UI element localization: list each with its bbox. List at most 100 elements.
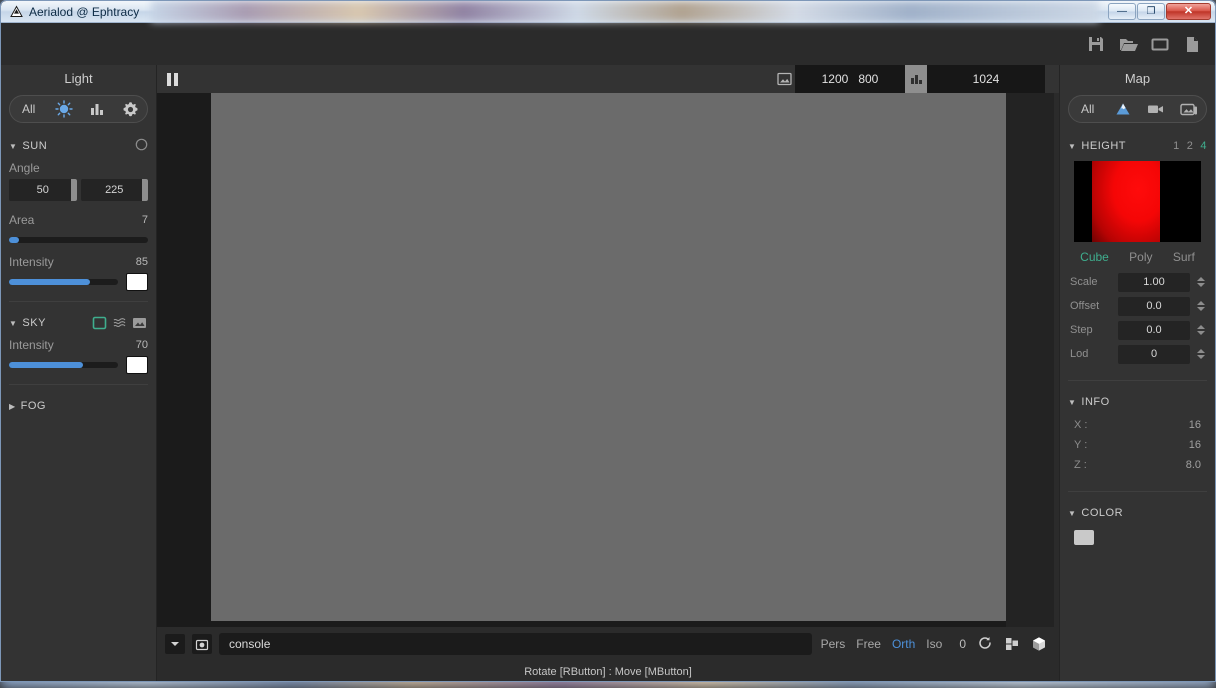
bottom-bar: Pers Free Orth Iso 0 bbox=[157, 627, 1059, 661]
light-tabbar: All bbox=[9, 95, 148, 123]
angle-value[interactable]: 0 bbox=[957, 637, 968, 651]
light-panel-title: Light bbox=[1, 65, 156, 93]
light-tab-all[interactable]: All bbox=[14, 98, 44, 120]
rotate-icon[interactable] bbox=[975, 634, 995, 654]
height-mode-poly[interactable]: Poly bbox=[1129, 250, 1152, 264]
lod-label: Lod bbox=[1070, 348, 1089, 360]
sun-intensity-slider-fill bbox=[9, 279, 90, 285]
image-icon[interactable] bbox=[131, 315, 148, 331]
map-tab-all[interactable]: All bbox=[1073, 98, 1103, 120]
height-level-2[interactable]: 2 bbox=[1187, 140, 1194, 152]
gear-icon[interactable] bbox=[117, 98, 143, 120]
height-mode-surf[interactable]: Surf bbox=[1173, 250, 1195, 264]
step-stepper[interactable] bbox=[1196, 325, 1205, 335]
area-label: Area bbox=[9, 213, 35, 227]
close-icon: ✕ bbox=[1183, 5, 1194, 17]
console-input[interactable] bbox=[219, 633, 812, 655]
info-section-header[interactable]: ▼ INFO bbox=[1060, 391, 1215, 413]
cube-icon[interactable] bbox=[1029, 634, 1049, 654]
sky-section-header[interactable]: ▼ SKY bbox=[1, 312, 156, 334]
sun-intensity-controls bbox=[1, 273, 156, 291]
angle-inputs: 50 225 bbox=[1, 179, 156, 201]
lod-input[interactable]: 0 bbox=[1118, 344, 1190, 364]
height-section-title: HEIGHT bbox=[1081, 140, 1126, 152]
sun-section-header[interactable]: ▼ SUN bbox=[1, 135, 156, 157]
sun-section-title: SUN bbox=[22, 140, 48, 152]
close-button[interactable]: ✕ bbox=[1166, 3, 1211, 20]
sky-intensity-label: Intensity bbox=[9, 338, 54, 352]
grid-layout-icon[interactable] bbox=[1002, 634, 1022, 654]
scale-input[interactable]: 1.00 bbox=[1118, 272, 1190, 292]
application-window: Aerialod @ Ephtracy — ❐ ✕ Light All ▼ SU… bbox=[0, 0, 1216, 682]
height-level-1[interactable]: 1 bbox=[1173, 140, 1180, 152]
bar-chart-icon[interactable] bbox=[905, 65, 927, 93]
pause-icon[interactable] bbox=[167, 72, 178, 86]
step-row: Step 0.0 bbox=[1060, 318, 1215, 342]
offset-stepper[interactable] bbox=[1196, 301, 1205, 311]
angle-label: Angle bbox=[9, 161, 40, 175]
resolution-field[interactable]: 1200 800 bbox=[795, 65, 905, 93]
gradient-icon[interactable] bbox=[111, 315, 128, 331]
angle-b-input[interactable]: 225 bbox=[80, 179, 148, 201]
chevron-down-icon[interactable] bbox=[165, 634, 185, 654]
mountain-icon[interactable] bbox=[1110, 98, 1136, 120]
render-canvas[interactable] bbox=[211, 93, 1007, 621]
sun-color-swatch[interactable] bbox=[126, 273, 148, 291]
samples-field[interactable]: 1024 bbox=[927, 65, 1045, 93]
sky-intensity-row: Intensity 70 bbox=[1, 334, 156, 356]
angle-a-input[interactable]: 50 bbox=[9, 179, 77, 201]
resolution-height: 800 bbox=[858, 72, 879, 86]
info-section-title: INFO bbox=[1081, 396, 1110, 408]
camera-icon[interactable] bbox=[192, 634, 212, 654]
lod-stepper[interactable] bbox=[1196, 349, 1205, 359]
divider bbox=[9, 384, 148, 385]
save-icon[interactable] bbox=[1087, 35, 1105, 53]
bar-chart-icon[interactable] bbox=[84, 98, 110, 120]
video-camera-icon[interactable] bbox=[1143, 98, 1169, 120]
window-controls: — ❐ ✕ bbox=[1108, 3, 1211, 20]
open-folder-icon[interactable] bbox=[1119, 35, 1138, 53]
info-row-y: Y : 16 bbox=[1060, 439, 1215, 459]
sky-section-title: SKY bbox=[22, 317, 46, 329]
projection-orth[interactable]: Orth bbox=[890, 637, 917, 651]
fog-section-header[interactable]: ▶ FOG bbox=[1, 395, 156, 417]
map-panel: Map All ▼ HEIGHT 1 2 4 Cube Poly Surf Sc… bbox=[1059, 65, 1215, 681]
circle-icon[interactable] bbox=[135, 138, 148, 154]
folder-icon[interactable] bbox=[1151, 35, 1169, 53]
info-row-x: X : 16 bbox=[1060, 419, 1215, 439]
light-panel: Light All ▼ SUN Angle 50 225 Area 7 Inte… bbox=[1, 65, 157, 681]
image-icon[interactable] bbox=[773, 65, 795, 93]
heightmap-preview[interactable] bbox=[1074, 161, 1201, 242]
sun-icon[interactable] bbox=[51, 98, 77, 120]
step-label: Step bbox=[1070, 324, 1093, 336]
area-slider[interactable] bbox=[9, 237, 148, 243]
sky-intensity-slider[interactable] bbox=[9, 362, 118, 368]
viewport-column: 1200 800 1024 console Pers Free Orth Iso… bbox=[157, 65, 1059, 681]
scale-stepper[interactable] bbox=[1196, 277, 1205, 287]
height-mode-cube[interactable]: Cube bbox=[1080, 250, 1109, 264]
picture-icon[interactable] bbox=[1176, 98, 1202, 120]
viewport-body[interactable] bbox=[157, 93, 1059, 627]
sky-intensity-value: 70 bbox=[135, 339, 148, 351]
color-section-header[interactable]: ▼ COLOR bbox=[1060, 502, 1215, 524]
sun-intensity-slider[interactable] bbox=[9, 279, 118, 285]
viewport-header: 1200 800 1024 bbox=[157, 65, 1059, 93]
solid-color-icon[interactable] bbox=[91, 315, 108, 331]
minimize-button[interactable]: — bbox=[1108, 3, 1136, 20]
projection-free[interactable]: Free bbox=[854, 637, 883, 651]
height-section-header[interactable]: ▼ HEIGHT 1 2 4 bbox=[1060, 135, 1215, 157]
maximize-icon: ❐ bbox=[1146, 5, 1156, 17]
step-input[interactable]: 0.0 bbox=[1118, 320, 1190, 340]
sky-color-swatch[interactable] bbox=[126, 356, 148, 374]
projection-pers[interactable]: Pers bbox=[819, 637, 848, 651]
new-file-icon[interactable] bbox=[1183, 35, 1201, 53]
color-swatch[interactable] bbox=[1074, 530, 1094, 545]
sun-intensity-value: 85 bbox=[135, 256, 148, 268]
title-bar[interactable]: Aerialod @ Ephtracy — ❐ ✕ bbox=[1, 1, 1215, 23]
projection-iso[interactable]: Iso bbox=[924, 637, 944, 651]
height-level-4[interactable]: 4 bbox=[1200, 140, 1207, 152]
offset-input[interactable]: 0.0 bbox=[1118, 296, 1190, 316]
maximize-button[interactable]: ❐ bbox=[1137, 3, 1165, 20]
viewport-right-margin bbox=[1006, 93, 1059, 627]
titlebar-background bbox=[151, 1, 1099, 22]
